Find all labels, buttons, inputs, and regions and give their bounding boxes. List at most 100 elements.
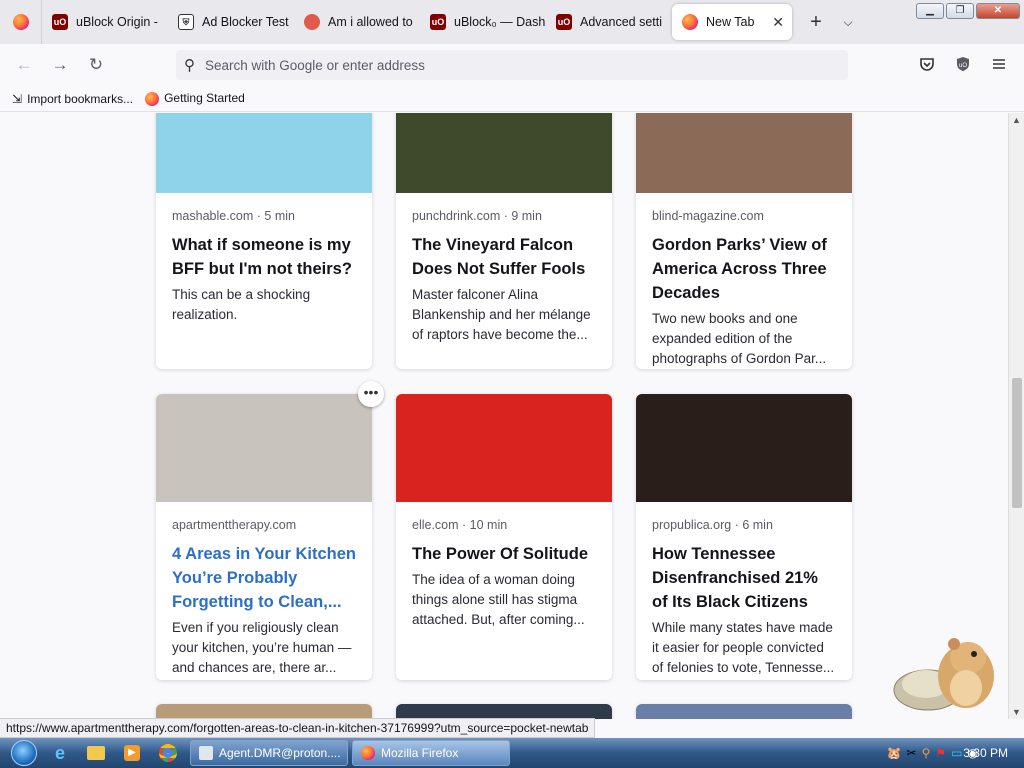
tab-3[interactable]: Am i allowed to <box>294 4 420 40</box>
story-image <box>396 113 612 193</box>
tray-flag-icon[interactable]: ⚑ <box>935 746 946 760</box>
story-excerpt: Master falconer Alina Blankenship and he… <box>412 287 591 342</box>
story-title[interactable]: How Tennessee Disenfranchised 21% of Its… <box>652 542 836 614</box>
close-window-button[interactable]: ✕ <box>976 3 1020 19</box>
story-source: elle.com · 10 min <box>412 518 508 532</box>
scroll-thumb[interactable] <box>1012 378 1022 508</box>
tray-search-icon[interactable]: ⚲ <box>922 746 931 760</box>
shield-icon: ⛨ <box>178 14 194 30</box>
desktop-pet-hamster[interactable] <box>888 628 1000 720</box>
story-excerpt: The idea of a woman doing things alone s… <box>412 572 585 627</box>
nav-bar: ← → ↻ ⚲ Search with Google or enter addr… <box>0 44 1024 86</box>
story-card[interactable]: blind-magazine.com Gordon Parks’ View of … <box>636 113 852 369</box>
scroll-down-arrow[interactable]: ▼ <box>1012 707 1021 717</box>
story-card-partial[interactable] <box>156 704 372 719</box>
story-title[interactable]: Gordon Parks’ View of America Across Thr… <box>652 233 836 305</box>
vertical-scrollbar[interactable]: ▲ ▼ <box>1008 113 1024 719</box>
story-title[interactable]: The Vineyard Falcon Does Not Suffer Fool… <box>412 233 596 281</box>
tab-label: New Tab <box>706 15 755 29</box>
chrome-icon[interactable] <box>150 744 186 762</box>
tab-new-tab[interactable]: New Tab ✕ <box>672 4 792 40</box>
reload-button[interactable]: ↻ <box>78 55 114 75</box>
search-icon: ⚲ <box>184 57 195 74</box>
story-image <box>636 113 852 193</box>
tab-label: Advanced setti <box>580 15 662 29</box>
link-status-url: https://www.apartmenttherapy.com/forgott… <box>0 718 596 738</box>
taskbar-task-label: Agent.DMR@proton.... <box>219 746 341 760</box>
media-player-icon[interactable]: ▶ <box>114 745 150 761</box>
story-card[interactable]: punchdrink.com · 9 min The Vineyard Falco… <box>396 113 612 369</box>
bookmark-getting-started[interactable]: Getting Started <box>145 91 245 106</box>
ghost-icon <box>304 14 320 30</box>
new-tab-button[interactable]: + <box>800 11 832 34</box>
story-image <box>156 113 372 193</box>
tray-monitor-icon[interactable]: ▭ <box>951 746 962 760</box>
story-source: punchdrink.com · 9 min <box>412 209 542 223</box>
story-title[interactable]: What if someone is my BFF but I'm not th… <box>172 233 356 281</box>
tab-4[interactable]: uO uBlock₀ — Dash <box>420 4 546 40</box>
story-card-partial[interactable] <box>636 704 852 719</box>
tab-label: Am i allowed to <box>328 15 413 29</box>
restore-button[interactable]: ❐ <box>946 3 974 19</box>
forward-button[interactable]: → <box>42 55 78 75</box>
firefox-menu-icon[interactable] <box>0 0 42 44</box>
address-placeholder: Search with Google or enter address <box>205 57 425 73</box>
story-excerpt: Two new books and one expanded edition o… <box>652 311 827 366</box>
story-excerpt: While many states have made it easier fo… <box>652 620 835 675</box>
back-button[interactable]: ← <box>6 55 42 75</box>
list-all-tabs-button[interactable]: ⌵ <box>832 15 864 30</box>
bookmark-label: Getting Started <box>164 91 245 106</box>
tab-bar: uO uBlock Origin - ⛨ Ad Blocker Test Am i al… <box>0 0 1024 44</box>
tab-1[interactable]: uO uBlock Origin - <box>42 4 168 40</box>
pocket-icon[interactable] <box>919 56 935 76</box>
firefox-icon <box>145 91 160 106</box>
story-image <box>156 394 372 502</box>
file-explorer-icon[interactable] <box>78 746 114 760</box>
start-button[interactable] <box>6 738 42 768</box>
internet-explorer-icon[interactable]: e <box>42 743 78 764</box>
window-controls: ▁ ❐ ✕ <box>916 3 1020 19</box>
tab-5[interactable]: uO Advanced setti <box>546 4 672 40</box>
card-menu-button[interactable]: ••• <box>358 381 384 407</box>
scroll-up-arrow[interactable]: ▲ <box>1012 115 1021 125</box>
story-source: apartmenttherapy.com <box>172 518 297 532</box>
firefox-icon <box>361 746 375 760</box>
story-excerpt: Even if you religiously clean your kitch… <box>172 620 352 675</box>
window-icon <box>199 746 213 760</box>
ublock-icon: uO <box>430 14 446 30</box>
close-tab-icon[interactable]: ✕ <box>772 14 784 31</box>
story-image <box>636 394 852 502</box>
story-card-partial[interactable] <box>396 704 612 719</box>
import-icon: ⇲ <box>12 91 23 106</box>
bookmark-label: Import bookmarks... <box>27 91 134 106</box>
tab-label: uBlock₀ — Dash <box>454 15 546 29</box>
new-tab-content: mashable.com · 5 min What if someone is m… <box>0 113 1008 719</box>
story-card[interactable]: elle.com · 10 min The Power Of Solitude Th… <box>396 394 612 680</box>
taskbar-task-label: Mozilla Firefox <box>381 746 459 760</box>
bookmark-import[interactable]: ⇲ Import bookmarks... <box>12 92 133 106</box>
taskbar-clock: 3:30 PM <box>963 746 1008 760</box>
address-bar[interactable]: ⚲ Search with Google or enter address <box>176 50 848 80</box>
minimize-button[interactable]: ▁ <box>916 3 944 19</box>
taskbar-task[interactable]: Mozilla Firefox <box>352 740 510 766</box>
story-card[interactable]: apartmenttherapy.com 4 Areas in Your Kitc… <box>156 394 372 680</box>
tab-2[interactable]: ⛨ Ad Blocker Test <box>168 4 294 40</box>
story-title[interactable]: 4 Areas in Your Kitchen You’re Probably … <box>172 542 356 614</box>
story-title[interactable]: The Power Of Solitude <box>412 542 596 566</box>
tray-app-icon[interactable]: 🐹 <box>887 746 902 760</box>
tray-tools-icon[interactable]: ✂ <box>907 746 917 760</box>
story-card[interactable]: mashable.com · 5 min What if someone is m… <box>156 113 372 369</box>
ublock-icon: uO <box>52 14 68 30</box>
tab-label: uBlock Origin - <box>76 15 158 29</box>
taskbar-task[interactable]: Agent.DMR@proton.... <box>190 740 348 766</box>
story-card[interactable]: propublica.org · 6 min How Tennessee Dise… <box>636 394 852 680</box>
hamburger-menu-icon[interactable] <box>991 56 1007 76</box>
bookmarks-toolbar: ⇲ Import bookmarks... Getting Started <box>0 86 1024 112</box>
story-image <box>396 394 612 502</box>
tab-label: Ad Blocker Test <box>202 15 289 29</box>
story-excerpt: This can be a shocking realization. <box>172 287 311 322</box>
story-source: propublica.org · 6 min <box>652 518 773 532</box>
svg-text:uO: uO <box>959 63 967 69</box>
ublock-extension-icon[interactable]: uO <box>955 56 971 76</box>
windows-taskbar: e ▶ Agent.DMR@proton.... Mozilla Firefox … <box>0 738 1024 768</box>
